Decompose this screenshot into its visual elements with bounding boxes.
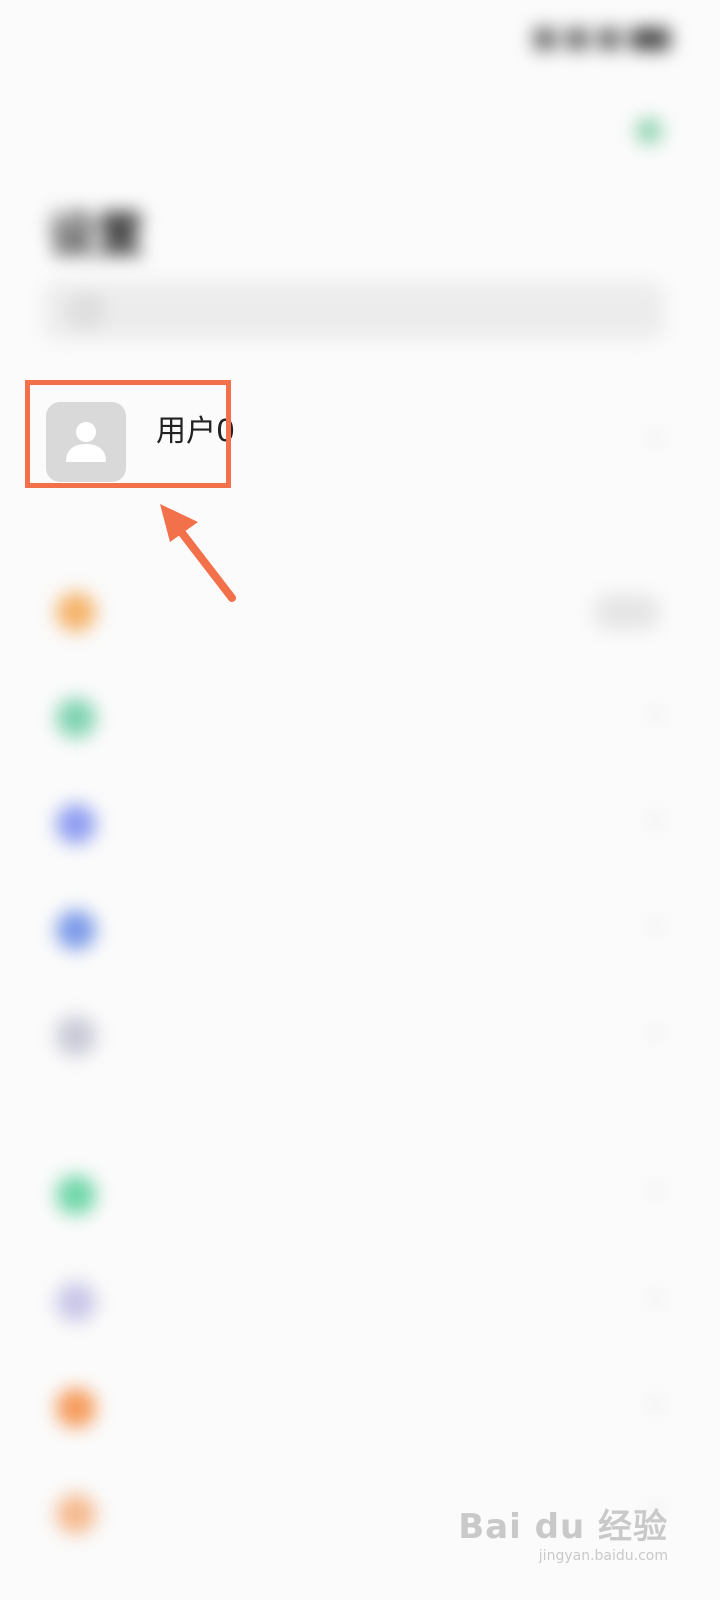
toggle-switch[interactable] bbox=[594, 594, 660, 630]
chevron-right-icon: › bbox=[650, 696, 662, 731]
page-title: 设置 bbox=[48, 207, 145, 263]
setting-icon bbox=[56, 1494, 96, 1534]
chevron-right-icon: › bbox=[650, 1173, 662, 1208]
highlight-box bbox=[25, 380, 231, 488]
watermark: Bai du 经验 jingyan.baidu.com bbox=[458, 1499, 668, 1564]
setting-icon bbox=[56, 1388, 96, 1428]
blurred-background: 设置 › › › › › › › › › bbox=[0, 0, 720, 1600]
setting-icon bbox=[56, 1175, 96, 1215]
chevron-right-icon: › bbox=[650, 802, 662, 837]
top-action-icon[interactable] bbox=[636, 118, 662, 144]
search-input[interactable] bbox=[44, 282, 664, 340]
battery-icon bbox=[630, 28, 670, 50]
search-icon bbox=[72, 297, 100, 325]
settings-row[interactable]: › bbox=[0, 890, 720, 970]
chevron-right-icon: › bbox=[650, 1014, 662, 1049]
settings-row[interactable]: › bbox=[0, 1262, 720, 1342]
settings-row[interactable] bbox=[0, 572, 720, 652]
wifi-icon bbox=[598, 28, 620, 50]
setting-icon bbox=[56, 910, 96, 950]
settings-row[interactable]: › bbox=[0, 1155, 720, 1235]
chevron-right-icon: › bbox=[650, 1280, 662, 1315]
chevron-right-icon: › bbox=[650, 1386, 662, 1421]
chevron-right-icon: › bbox=[650, 908, 662, 943]
wifi-icon bbox=[566, 28, 588, 50]
setting-icon bbox=[56, 1016, 96, 1056]
watermark-sub: jingyan.baidu.com bbox=[538, 1548, 668, 1564]
settings-row[interactable]: › bbox=[0, 1368, 720, 1448]
settings-row[interactable]: › bbox=[0, 996, 720, 1076]
arrow-annotation-icon bbox=[160, 504, 236, 602]
watermark-main: Bai du 经验 bbox=[458, 1507, 668, 1547]
settings-row[interactable]: › bbox=[0, 784, 720, 864]
settings-row[interactable]: › bbox=[0, 678, 720, 758]
setting-icon bbox=[56, 698, 96, 738]
chevron-right-icon: › bbox=[650, 420, 662, 455]
status-icons bbox=[534, 28, 670, 50]
setting-icon bbox=[56, 592, 96, 632]
setting-icon bbox=[56, 804, 96, 844]
signal-icon bbox=[534, 28, 556, 50]
setting-icon bbox=[56, 1282, 96, 1322]
